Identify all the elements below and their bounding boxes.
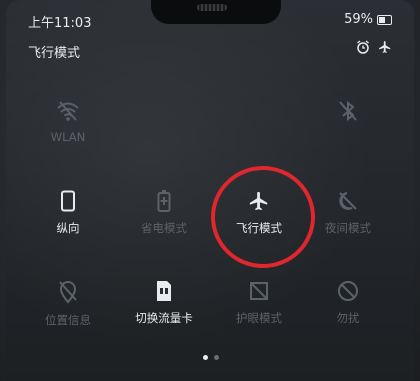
tile-eye-comfort[interactable]: 护眼模式: [209, 280, 309, 326]
tile-label: 切换流量卡: [135, 311, 193, 325]
tile-bluetooth[interactable]: [298, 100, 398, 122]
battery-saver-icon: [157, 190, 171, 212]
page-dot: [214, 355, 219, 360]
page-dot-active: [203, 355, 208, 360]
phone-portrait-icon: [61, 190, 75, 212]
status-right: 59%: [344, 12, 392, 27]
tile-label: 位置信息: [45, 313, 91, 327]
tile-label: 省电模式: [141, 221, 187, 235]
bluetooth-off-icon: [339, 100, 357, 122]
highlight-circle: [211, 166, 315, 268]
moon-off-icon: [339, 192, 357, 210]
tile-dnd[interactable]: 勿扰: [298, 280, 398, 326]
tile-location[interactable]: 位置信息: [18, 280, 118, 328]
tile-data-card[interactable]: 切换流量卡: [114, 280, 214, 326]
earpiece: [197, 4, 227, 11]
eye-comfort-icon: [250, 282, 268, 300]
camera-notch: [151, 0, 281, 24]
sim-card-icon: [157, 281, 171, 301]
tile-label: 勿扰: [336, 311, 360, 325]
tile-label: 护眼模式: [236, 311, 282, 325]
airplane-status-icon: [379, 41, 391, 53]
airplane-mode-status-title: 飞行模式: [28, 46, 81, 61]
wifi-off-icon: [57, 101, 79, 121]
tile-wlan[interactable]: WLAN: [18, 100, 118, 144]
status-time: 上午11:03: [28, 16, 92, 31]
battery-percent: 59%: [344, 12, 373, 27]
battery-icon: [377, 14, 392, 25]
tile-power-saving[interactable]: 省电模式: [114, 190, 214, 236]
tile-orientation[interactable]: 纵向: [18, 190, 118, 236]
alarm-icon: [357, 40, 369, 54]
tile-label: WLAN: [50, 130, 86, 144]
header-icons: [356, 40, 392, 54]
tile-label: 纵向: [56, 221, 80, 235]
location-off-icon: [59, 281, 77, 304]
do-not-disturb-icon: [338, 281, 358, 301]
page-indicator: [203, 355, 219, 360]
phone-screen: 上午11:03 59% 飞行模式 WLAN 纵向 省电模式 飞行模式 夜间模式 …: [6, 0, 414, 381]
